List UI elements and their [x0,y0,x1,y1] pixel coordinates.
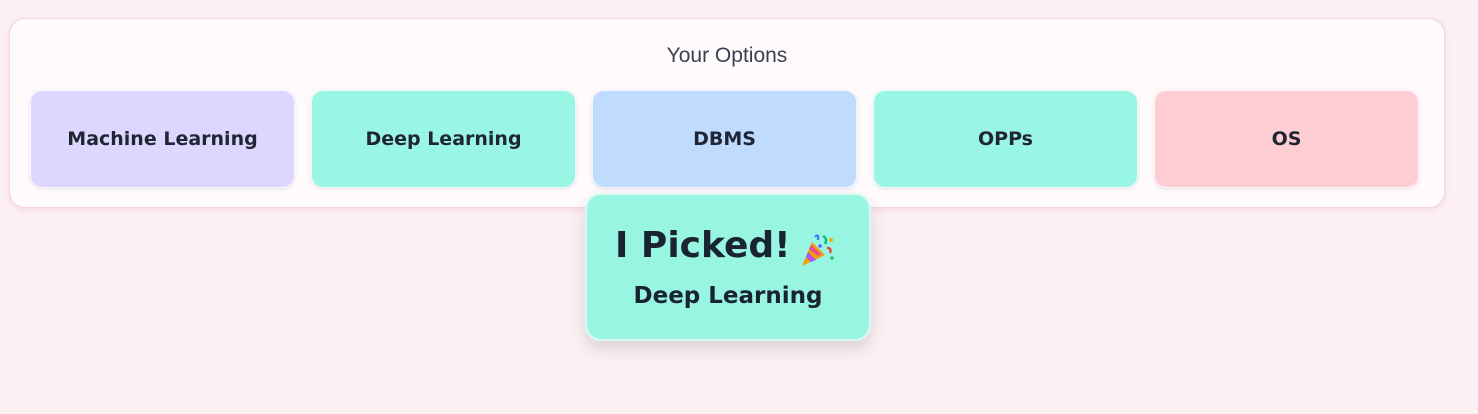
option-opps[interactable]: OPPs [873,90,1138,188]
option-deep-learning[interactable]: Deep Learning [311,90,576,188]
picked-value: Deep Learning [633,283,823,309]
picked-result-card: I Picked! Deep Learning [585,193,871,341]
option-os[interactable]: OS [1154,90,1419,188]
options-panel: Your Options Machine Learning Deep Learn… [9,18,1445,208]
result-title: I Picked! [615,225,791,266]
option-dbms[interactable]: DBMS [592,90,857,188]
panel-title: Your Options [666,44,788,67]
option-machine-learning[interactable]: Machine Learning [30,90,295,188]
option-row: Machine Learning Deep Learning DBMS OPPs… [30,90,1419,188]
party-popper-icon [798,231,836,269]
